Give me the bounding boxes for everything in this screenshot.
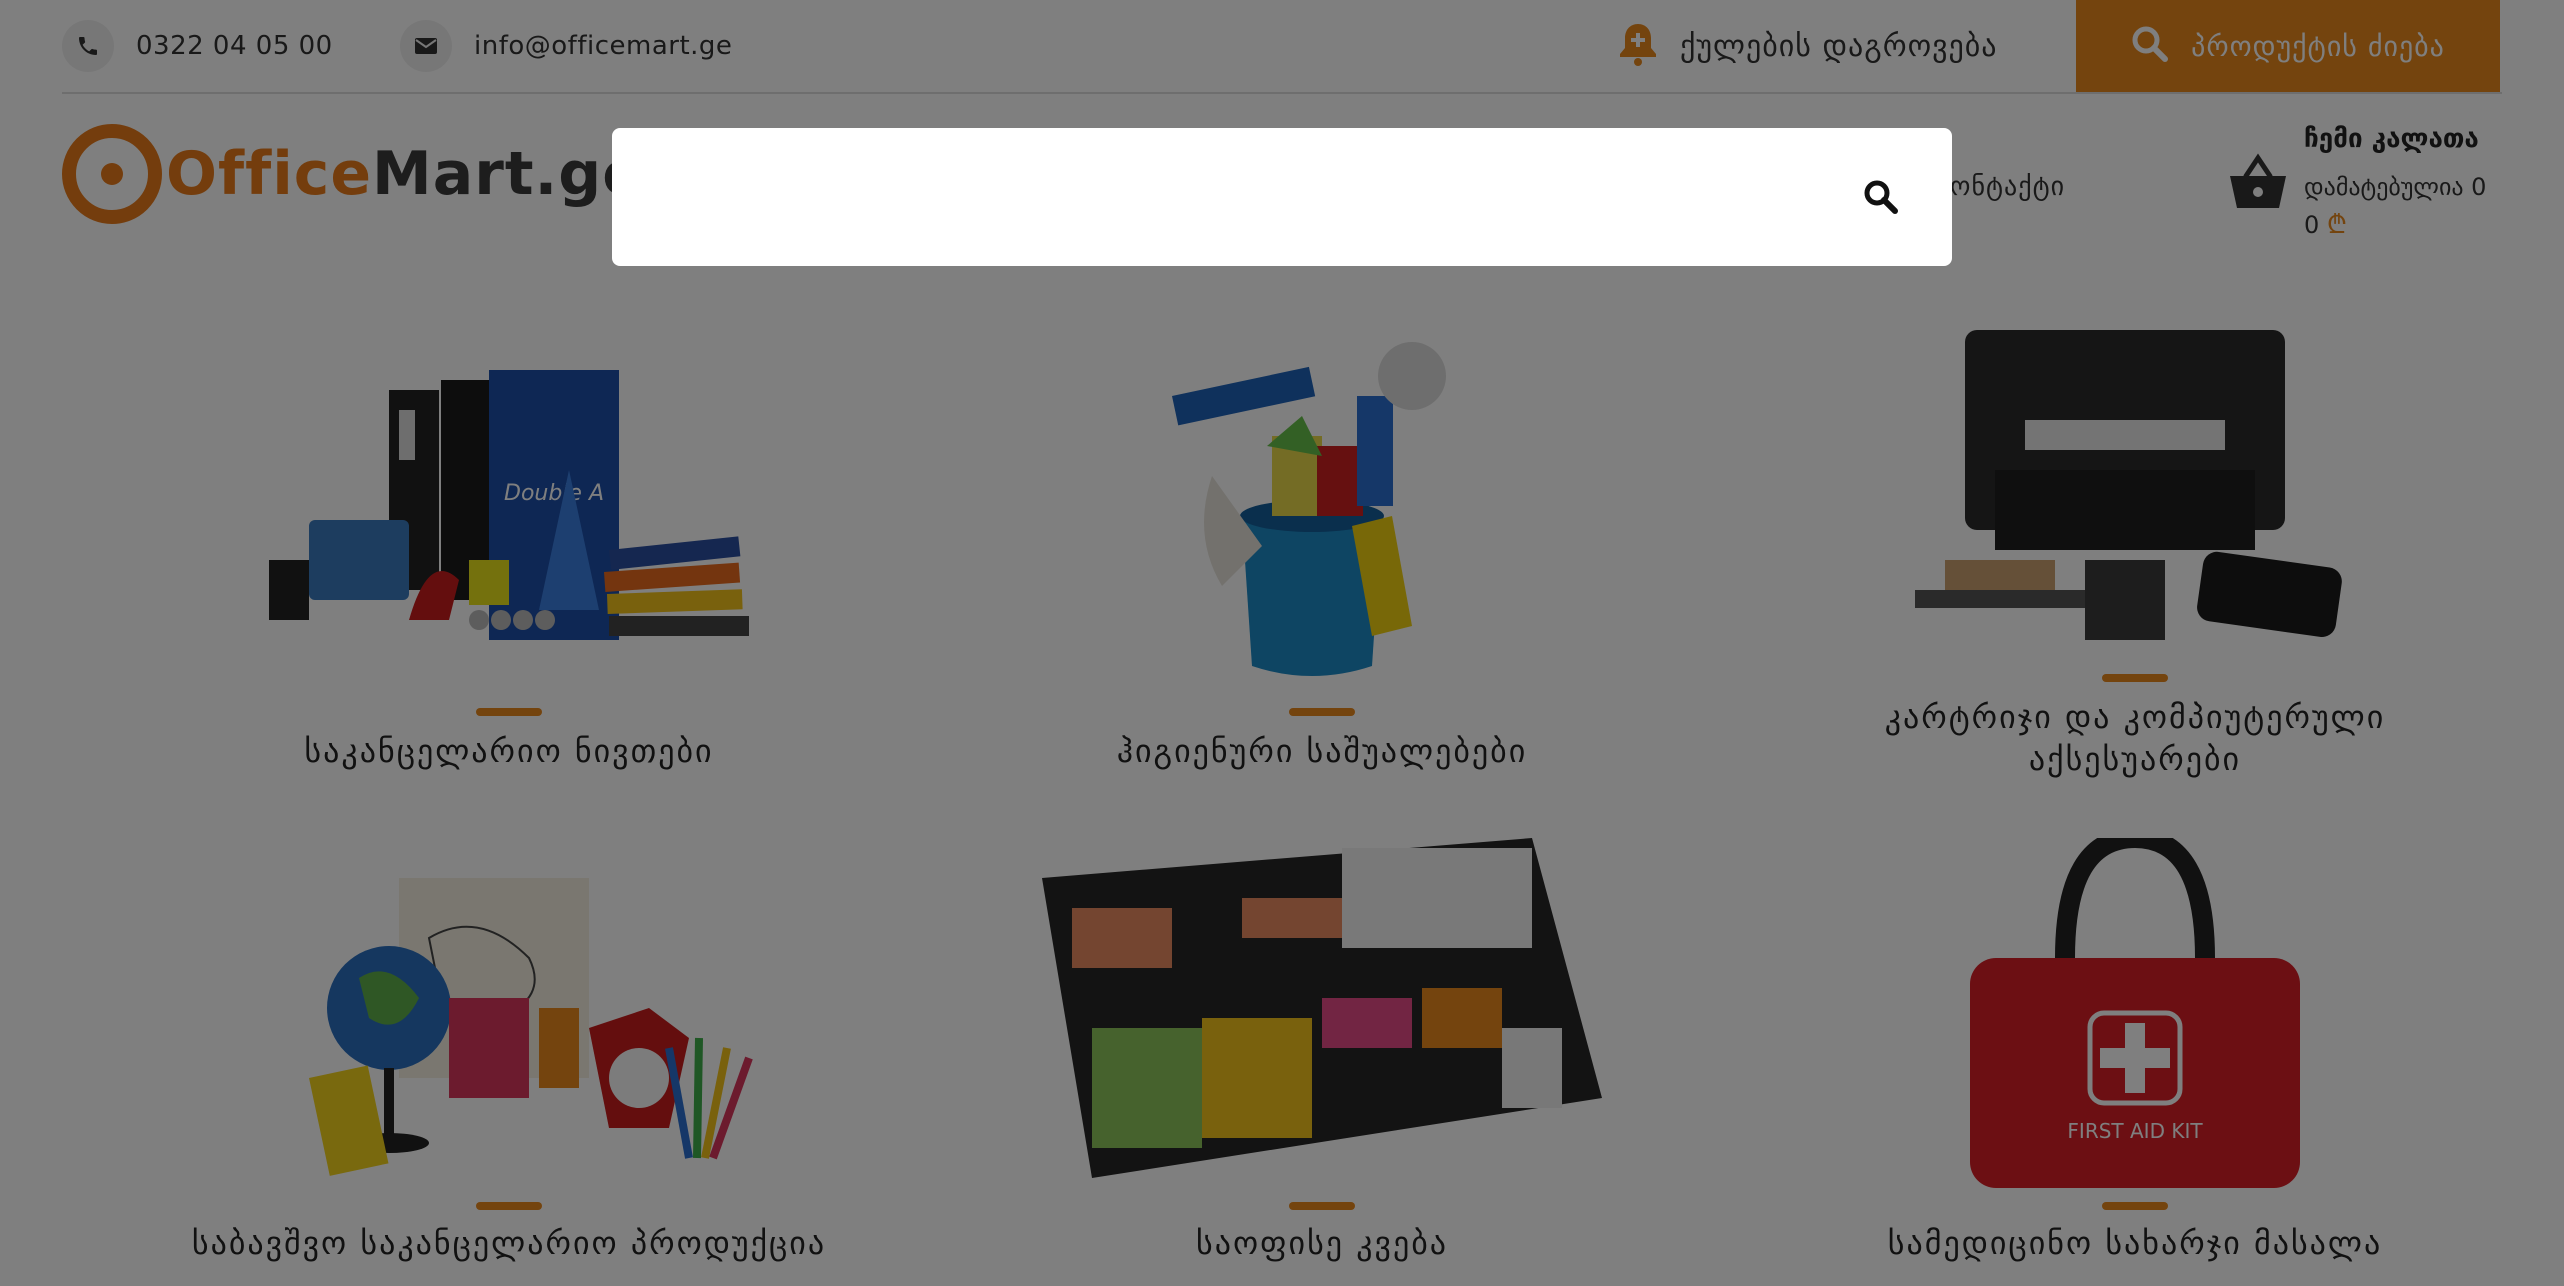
search-modal xyxy=(612,128,1952,266)
search-icon[interactable] xyxy=(1856,172,1906,222)
search-input[interactable] xyxy=(642,158,1842,236)
